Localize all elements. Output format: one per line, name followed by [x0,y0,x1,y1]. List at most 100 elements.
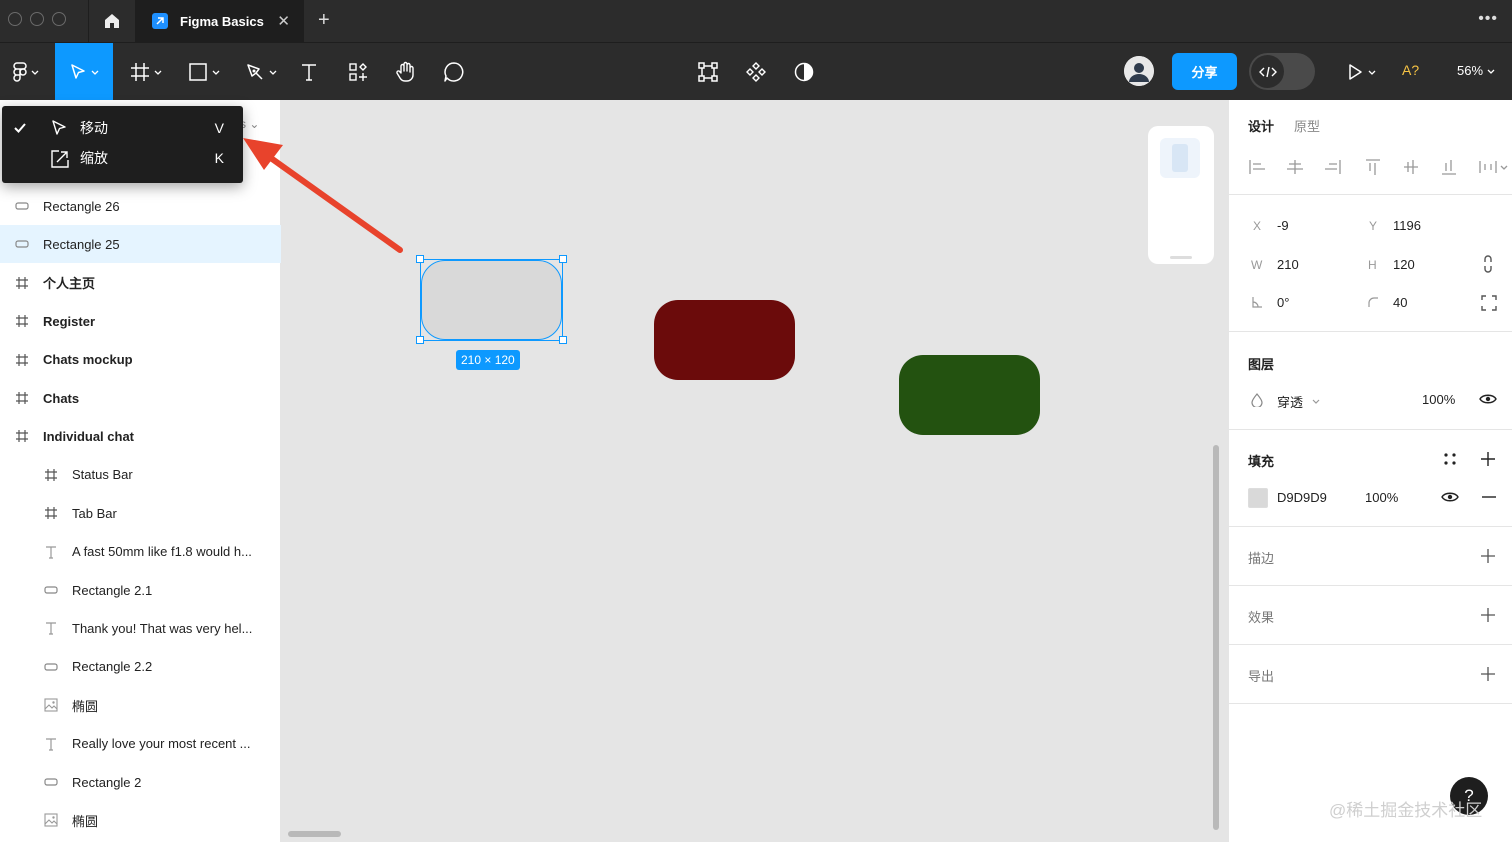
constrain-proportions-icon[interactable] [1481,255,1495,273]
layer-row[interactable]: Rectangle 2 [0,763,281,801]
layer-row[interactable]: Really love your most recent ... [0,725,281,763]
rectangle-icon [43,659,59,675]
layer-row[interactable]: Rectangle 25 [0,225,281,264]
resize-handle-bottom-left[interactable] [416,336,424,344]
close-tab-icon[interactable]: ✕ [277,12,290,30]
frame-tool-button[interactable] [124,43,168,100]
layer-row[interactable]: 个人主页 [0,264,281,302]
layer-row[interactable]: Rectangle 2.2 [0,648,281,686]
eye-icon[interactable] [1479,392,1497,406]
move-arrow-icon [70,63,85,79]
layer-row[interactable]: Chats mockup [0,341,281,379]
layer-name: Chats [43,390,80,406]
zoom-menu[interactable]: 56% [1457,63,1496,78]
rectangle-25-shape[interactable] [421,260,562,340]
layer-name: Really love your most recent ... [72,736,251,752]
radius-input[interactable]: 40 [1393,295,1407,310]
styles-grid-icon[interactable] [1443,452,1457,466]
w-label: W [1251,258,1263,272]
layer-row[interactable]: Tab Bar [0,494,281,532]
layer-row[interactable]: 椭圆 [0,686,281,724]
create-component-button[interactable] [740,43,772,100]
w-input[interactable]: 210 [1277,257,1299,272]
layer-row[interactable]: Thank you! That was very hel... [0,609,281,647]
resize-handle-top-left[interactable] [416,255,424,263]
design-canvas[interactable]: 210 × 120 [281,100,1228,842]
menu-item-label: 缩放 [80,150,108,166]
resources-button[interactable] [342,43,374,100]
add-export-icon[interactable] [1480,666,1496,682]
avatar[interactable] [1124,56,1154,86]
independent-corners-icon[interactable] [1481,295,1497,311]
layer-row[interactable]: Register [0,302,281,340]
layer-row[interactable]: Rectangle 2.1 [0,571,281,609]
divider [1229,644,1512,645]
scale-icon [51,150,69,168]
component-frame-button[interactable] [692,43,724,100]
horizontal-scrollbar[interactable] [288,831,341,837]
layer-row[interactable]: A fast 50mm like f1.8 would h... [0,533,281,571]
x-input[interactable]: -9 [1277,218,1289,233]
new-tab-button[interactable]: + [318,9,330,32]
layer-row[interactable]: Chats [0,379,281,417]
y-input[interactable]: 1196 [1393,218,1421,233]
menu-item-move[interactable]: 移动 V [2,114,243,142]
layer-row[interactable]: Individual chat [0,417,281,455]
h-input[interactable]: 120 [1393,257,1415,272]
fill-hex-input[interactable]: D9D9D9 [1277,490,1327,505]
add-effect-icon[interactable] [1480,607,1496,623]
remove-fill-icon[interactable] [1481,490,1497,504]
mask-button[interactable] [788,43,820,100]
dev-mode-toggle[interactable] [1249,53,1315,90]
close-window-button[interactable] [8,12,22,26]
zoom-window-button[interactable] [52,12,66,26]
vertical-scrollbar[interactable] [1213,445,1219,830]
alignment-toolbar[interactable] [1247,158,1512,176]
layer-name: Chats mockup [43,352,133,368]
main-menu-button[interactable] [0,43,52,100]
tab-design[interactable]: 设计 [1248,116,1274,135]
missing-fonts-button[interactable]: A? [1402,62,1419,78]
layer-row[interactable]: Rectangle 26 [0,187,281,225]
pen-tool-button[interactable] [240,43,282,100]
resize-handle-top-right[interactable] [559,255,567,263]
tab-prototype[interactable]: 原型 [1294,116,1320,135]
divider [1229,429,1512,430]
minimize-window-button[interactable] [30,12,44,26]
layer-opacity-input[interactable]: 100% [1422,392,1455,407]
comment-tool-button[interactable] [438,43,470,100]
layer-row[interactable]: Status Bar [0,456,281,494]
resize-handle-bottom-right[interactable] [559,336,567,344]
tab-title: Figma Basics [180,13,264,29]
present-button[interactable] [1340,43,1382,100]
layer-section-title: 图层 [1248,357,1275,372]
tab-figma-basics[interactable]: Figma Basics ✕ [136,0,304,42]
move-tool-menu: 移动 V 缩放 K [2,106,243,183]
chevron-down-icon [1487,69,1495,74]
eye-icon[interactable] [1441,490,1459,504]
layer-name: Rectangle 2.2 [72,659,153,675]
add-fill-icon[interactable] [1480,451,1496,467]
move-tool-button[interactable] [55,43,113,100]
fill-opacity-input[interactable]: 100% [1365,490,1398,505]
fill-swatch[interactable] [1248,488,1268,508]
text-tool-button[interactable] [294,43,324,100]
shape-tool-button[interactable] [182,43,226,100]
add-stroke-icon[interactable] [1480,548,1496,564]
home-icon [105,14,119,28]
layer-row[interactable]: 椭圆 [0,801,281,839]
divider [1229,585,1512,586]
green-rectangle-shape[interactable] [899,355,1040,435]
more-options-icon[interactable]: ••• [1478,10,1498,28]
rectangle-icon [14,236,30,252]
blend-mode-select[interactable]: 穿透 [1277,392,1303,411]
red-rectangle-shape[interactable] [654,300,795,380]
menu-item-scale[interactable]: 缩放 K [2,144,243,172]
frame-thumbnail[interactable] [1148,126,1214,264]
home-button[interactable] [88,0,136,42]
share-button[interactable]: 分享 [1172,53,1237,90]
figma-logo-icon [12,61,27,82]
text-icon [43,620,59,636]
hand-tool-button[interactable] [390,43,422,100]
rotation-input[interactable]: 0° [1277,295,1289,310]
